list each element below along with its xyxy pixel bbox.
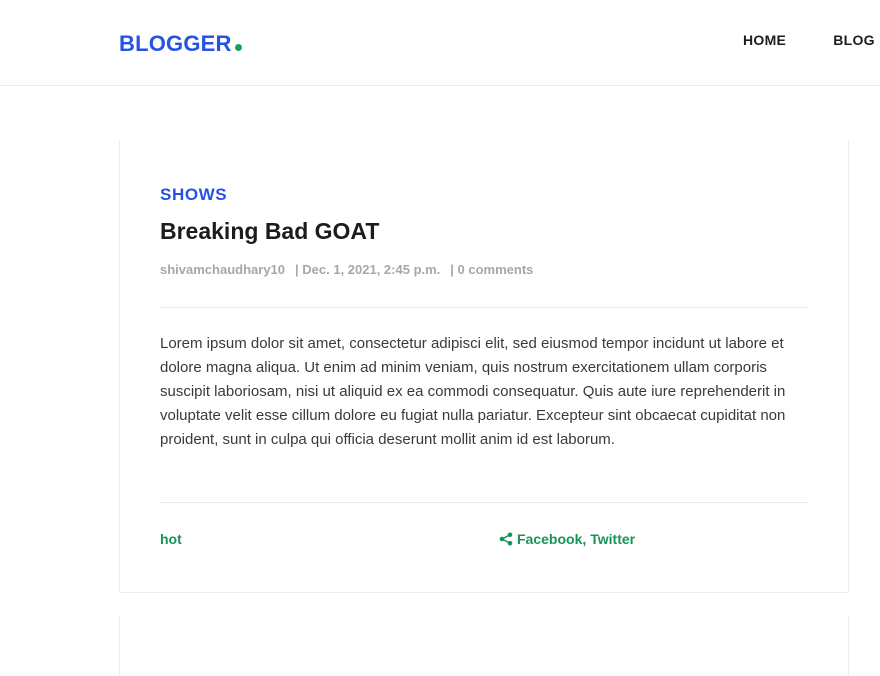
post-card: SHOWS Breaking Bad GOAT shivamchaudhary1… <box>119 141 849 593</box>
share-twitter[interactable]: Twitter <box>590 531 635 547</box>
nav-blog[interactable]: BLOG <box>833 32 875 48</box>
site-header: BLOGGER HOME BLOG <box>0 0 880 86</box>
post-date: | Dec. 1, 2021, 2:45 p.m. <box>295 262 441 277</box>
logo-text: BLOGGER <box>119 31 232 56</box>
post-category[interactable]: SHOWS <box>160 185 227 205</box>
post-comments[interactable]: | 0 comments <box>450 262 533 277</box>
next-post-card <box>119 616 849 676</box>
share-facebook[interactable]: Facebook <box>517 531 582 547</box>
post-meta: shivamchaudhary10 | Dec. 1, 2021, 2:45 p… <box>160 262 543 277</box>
post-author[interactable]: shivamchaudhary10 <box>160 262 285 277</box>
share-links: Facebook , Twitter <box>499 531 635 547</box>
post-tag[interactable]: hot <box>160 531 182 547</box>
post-body: Lorem ipsum dolor sit amet, consectetur … <box>160 335 786 448</box>
share-separator: , <box>582 531 587 547</box>
main-nav: HOME BLOG <box>743 32 880 48</box>
divider <box>160 502 808 503</box>
share-icon <box>499 532 513 546</box>
site-logo[interactable]: BLOGGER <box>119 31 242 57</box>
post-title[interactable]: Breaking Bad GOAT <box>160 218 379 245</box>
nav-home[interactable]: HOME <box>743 32 786 48</box>
dot-icon <box>234 44 242 51</box>
divider <box>160 307 808 308</box>
